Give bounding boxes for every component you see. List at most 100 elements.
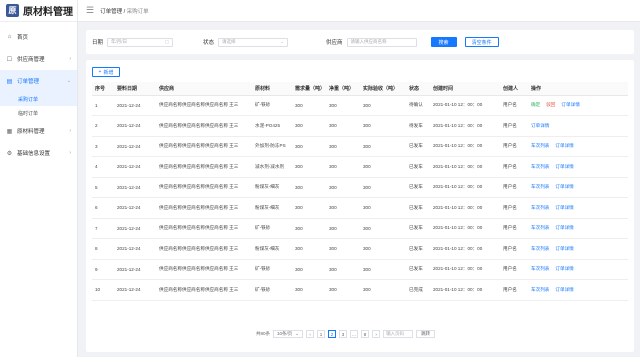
cell-no: 5 [92,177,114,198]
supplier-label: 供应商 [326,40,343,46]
cell-created: 2021-01-10 12：00：00 [430,218,500,239]
cell-date: 2021-12-24 [114,95,156,116]
cell-no: 9 [92,259,114,280]
cell-supplier: 供应商名称供应商名称供应商名称 王三 [156,177,252,198]
order-detail-link[interactable]: 订单详情 [531,123,549,128]
order-detail-link[interactable]: 订单详情 [555,266,573,271]
cell-status: 待确认 [406,95,430,116]
cell-created: 2021-01-10 12：00：00 [430,279,500,301]
add-button[interactable]: + 新增 [92,67,120,77]
cell-created: 2021-01-10 12：00：00 [430,136,500,157]
col-header: 净重（吨） [326,82,360,96]
trip-list-link[interactable]: 车次列表 [531,287,549,292]
sidebar-item-settings[interactable]: ⚙ 基础信息设置 › [0,142,77,164]
table-row: 5 2021-12-24 供应商名称供应商名称供应商名称 王三 粉煤灰-细灰 300 30… [92,177,628,198]
page-jump-input[interactable]: 输入页码 [383,330,414,338]
next-page-button[interactable]: › [372,330,381,338]
cell-demand: 300 [292,197,326,219]
sidebar-subitem-purchase-order[interactable]: 采购订单 [0,92,77,106]
cell-material: 矿-铁砂 [252,279,292,301]
cell-actual: 300 [360,95,406,116]
breadcrumb: 订单管理 / 采购订单 [100,7,149,15]
breadcrumb-current: 采购订单 [126,8,149,15]
order-detail-link[interactable]: 订单详情 [561,102,579,107]
cell-demand: 300 [292,279,326,301]
pagination: 共80条 10条/页 ⌄ ‹ 1 2 3 ... 8 › 输入页码 跳转 [256,330,436,338]
order-detail-link[interactable]: 订单详情 [555,143,573,148]
sidebar-item-label: 首页 [17,35,29,41]
page-button-2[interactable]: 2 [328,330,337,338]
cell-actions: 车次列表 订单详情 [528,218,628,239]
table-row: 10 2021-12-24 供应商名称供应商名称供应商名称 王三 矿-铁砂 300 300… [92,279,628,301]
date-label: 日期 [92,40,104,46]
chevron-down-icon: ⌄ [295,331,300,336]
reject-link[interactable]: 驳回 [546,102,555,107]
trip-list-link[interactable]: 车次列表 [531,164,549,169]
page-button-3[interactable]: 3 [339,330,348,338]
sidebar-subitem-temp-order[interactable]: 临时订单 [0,106,77,120]
prev-page-button[interactable]: ‹ [306,330,315,338]
cell-date: 2021-12-24 [114,279,156,301]
date-input[interactable]: 年/月/日 ▢ [107,37,174,47]
col-header: 序号 [92,82,114,96]
cell-demand: 300 [292,238,326,260]
menu-toggle-icon[interactable]: ☰ [86,5,94,16]
cell-creator: 用户名 [500,177,528,198]
trip-list-link[interactable]: 车次列表 [531,266,549,271]
cell-supplier: 供应商名称供应商名称供应商名称 王三 [156,238,252,260]
cell-actual: 300 [360,218,406,239]
supplier-input[interactable]: 请输入供应商名称 [346,37,417,47]
cell-date: 2021-12-24 [114,136,156,157]
page-button-8[interactable]: 8 [361,330,370,338]
cell-demand: 300 [292,95,326,116]
cell-actual: 300 [360,156,406,178]
breadcrumb-parent[interactable]: 订单管理 / [100,9,127,15]
cell-demand: 300 [292,156,326,178]
cell-material: 矿-铁砂 [252,218,292,239]
trip-list-link[interactable]: 车次列表 [531,143,549,148]
trip-list-link[interactable]: 车次列表 [531,205,549,210]
col-header: 要料日期 [114,82,156,96]
supplier-placeholder: 请输入供应商名称 [350,39,387,44]
table-row: 7 2021-12-24 供应商名称供应商名称供应商名称 王三 矿-铁砂 300 300 3… [92,218,628,239]
page-jump-button[interactable]: 跳转 [416,330,436,338]
confirm-link[interactable]: 确定 [531,102,540,107]
order-detail-link[interactable]: 订单详情 [555,184,573,189]
cell-no: 2 [92,115,114,137]
sidebar-item-home[interactable]: ⌂ 首页 [0,26,77,48]
cell-net: 300 [326,279,360,301]
cell-actual: 300 [360,197,406,219]
order-detail-link[interactable]: 订单详情 [555,225,573,230]
col-header: 创建人 [500,82,528,96]
cell-date: 2021-12-24 [114,218,156,239]
order-detail-link[interactable]: 订单详情 [555,246,573,251]
order-detail-link[interactable]: 订单详情 [555,205,573,210]
col-header: 实际验收（吨） [360,82,406,96]
cell-status: 已发车 [406,156,430,178]
trip-list-link[interactable]: 车次列表 [531,225,549,230]
search-button[interactable]: 搜索 [430,37,457,47]
page-ellipsis[interactable]: ... [350,330,359,338]
cell-date: 2021-12-24 [114,156,156,178]
sidebar-item-material[interactable]: ▦ 原材料管理 › [0,120,77,142]
trip-list-link[interactable]: 车次列表 [531,184,549,189]
cell-created: 2021-01-10 12：00：00 [430,156,500,178]
settings-icon: ⚙ [6,150,13,157]
cell-demand: 300 [292,259,326,280]
order-detail-link[interactable]: 订单详情 [555,164,573,169]
cell-no: 7 [92,218,114,239]
order-detail-link[interactable]: 订单详情 [555,287,573,292]
status-select[interactable]: 请选择 ⌄ [218,37,289,47]
trip-list-link[interactable]: 车次列表 [531,246,549,251]
cell-creator: 用户名 [500,115,528,137]
col-header: 供应商 [156,82,252,96]
reset-button[interactable]: 清空条件 [464,37,499,47]
sidebar-item-order[interactable]: ▤ 订单管理 ⌄ [0,70,77,92]
col-header: 操作 [528,82,628,96]
page-size-value: 10条/页 [277,331,293,336]
page-button-1[interactable]: 1 [317,330,326,338]
cell-supplier: 供应商名称供应商名称供应商名称 王三 [156,279,252,301]
sidebar-item-supplier[interactable]: ☐ 供应商管理 › [0,48,77,70]
cell-material: 粉煤灰-细灰 [252,197,292,219]
page-size-select[interactable]: 10条/页 ⌄ [273,330,304,338]
